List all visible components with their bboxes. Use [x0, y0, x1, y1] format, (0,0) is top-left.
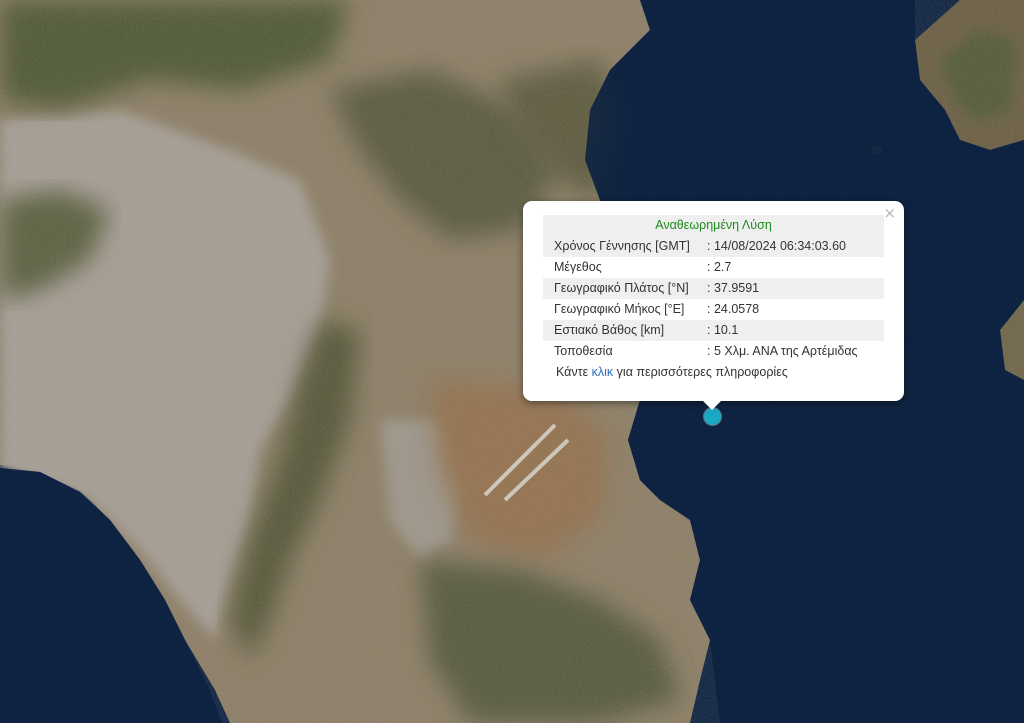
info-row-location: Τοποθεσία : 5 Χλμ. ΑΝΑ της Αρτέμιδας — [543, 341, 884, 362]
info-value: : 2.7 — [707, 260, 732, 274]
info-label: Γεωγραφικό Πλάτος [°N] — [554, 281, 689, 295]
info-value: : 5 Χλμ. ΑΝΑ της Αρτέμιδας — [707, 344, 858, 358]
info-row-longitude: Γεωγραφικό Μήκος [°E] : 24.0578 — [543, 299, 884, 320]
info-row-latitude: Γεωγραφικό Πλάτος [°N] : 37.9591 — [543, 278, 884, 299]
info-value: : 24.0578 — [707, 302, 760, 316]
info-row-magnitude: Μέγεθος : 2.7 — [543, 257, 884, 278]
info-label: Γεωγραφικό Μήκος [°E] — [554, 302, 685, 316]
info-table: Χρόνος Γέννησης [GMT] : 14/08/2024 06:34… — [543, 236, 884, 362]
info-value: : 37.9591 — [707, 281, 760, 295]
info-row-depth: Εστιακό Βάθος [km] : 10.1 — [543, 320, 884, 341]
close-icon[interactable]: × — [883, 205, 896, 221]
info-label: Χρόνος Γέννησης [GMT] — [554, 239, 690, 253]
more-info-link[interactable]: κλικ — [592, 365, 614, 379]
info-value: : 14/08/2024 06:34:03.60 — [707, 239, 847, 253]
info-row-origin-time: Χρόνος Γέννησης [GMT] : 14/08/2024 06:34… — [543, 236, 884, 257]
footer-suffix: για περισσότερες πληροφορίες — [613, 365, 788, 379]
popup-title: Αναθεωρημένη Λύση — [543, 215, 884, 236]
info-value: : 10.1 — [707, 323, 739, 337]
info-label: Εστιακό Βάθος [km] — [554, 323, 665, 337]
earthquake-marker-icon[interactable] — [704, 408, 721, 425]
info-label: Μέγεθος — [554, 260, 602, 274]
footer-prefix: Κάντε — [556, 365, 592, 379]
earthquake-info-popup: × Αναθεωρημένη Λύση Χρόνος Γέννησης [GMT… — [523, 201, 904, 410]
info-label: Τοποθεσία — [554, 344, 613, 358]
popup-footer: Κάντε κλικ για περισσότερες πληροφορίες — [543, 362, 884, 383]
popup-pointer — [703, 401, 721, 410]
